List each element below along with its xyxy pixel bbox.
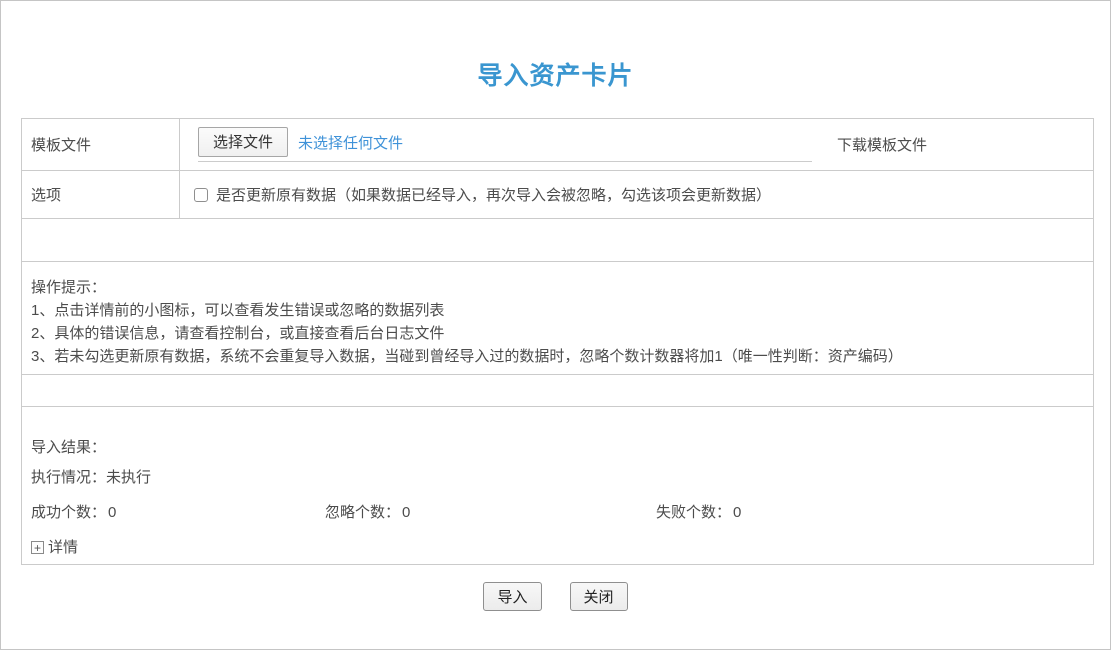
spacer-row xyxy=(22,375,1094,407)
counts-line: 成功个数：0 忽略个数：0 失败个数：0 xyxy=(31,505,1093,520)
detail-toggle[interactable]: + 详情 xyxy=(31,540,101,555)
action-buttons: 导入 关闭 xyxy=(1,582,1110,611)
options-row: 选项 是否更新原有数据（如果数据已经导入，再次导入会被忽略，勾选该项会更新数据） xyxy=(22,171,1094,219)
status-label: 执行情况： xyxy=(31,469,106,486)
update-checkbox-label: 是否更新原有数据（如果数据已经导入，再次导入会被忽略，勾选该项会更新数据） xyxy=(216,184,771,205)
detail-label: 详情 xyxy=(48,540,78,555)
template-file-label: 模板文件 xyxy=(22,119,180,171)
no-file-selected-text: 未选择任何文件 xyxy=(298,132,403,153)
update-option: 是否更新原有数据（如果数据已经导入，再次导入会被忽略，勾选该项会更新数据） xyxy=(198,184,1093,205)
close-button[interactable]: 关闭 xyxy=(570,582,628,611)
success-count-label: 成功个数： xyxy=(31,504,106,521)
expand-plus-icon[interactable]: + xyxy=(31,541,44,554)
import-form-table: 模板文件 选择文件 未选择任何文件 下载模板文件 选项 xyxy=(21,118,1094,565)
tip-item-3: 3、若未勾选更新原有数据，系统不会重复导入数据，当碰到曾经导入过的数据时，忽略个… xyxy=(31,345,1084,368)
success-count-value: 0 xyxy=(108,504,116,521)
failed-count: 失败个数：0 xyxy=(656,505,741,520)
success-count: 成功个数：0 xyxy=(31,505,325,520)
import-button[interactable]: 导入 xyxy=(483,582,541,611)
update-checkbox[interactable] xyxy=(194,188,208,202)
download-template-link[interactable]: 下载模板文件 xyxy=(837,134,927,155)
choose-file-button[interactable]: 选择文件 xyxy=(198,127,288,157)
tip-item-2: 2、具体的错误信息，请查看控制台，或直接查看后台日志文件 xyxy=(31,322,1084,345)
status-value: 未执行 xyxy=(106,469,151,486)
import-dialog: 导入资产卡片 模板文件 选择文件 未选择任何文件 下载模板文件 选项 xyxy=(0,0,1111,650)
options-label: 选项 xyxy=(22,171,180,219)
failed-count-label: 失败个数： xyxy=(656,504,731,521)
spacer-row xyxy=(22,219,1094,262)
failed-count-value: 0 xyxy=(733,504,741,521)
ignored-count-label: 忽略个数： xyxy=(325,504,400,521)
status-line: 执行情况：未执行 xyxy=(31,470,1093,485)
spacer-cell xyxy=(22,375,1094,407)
tips-row: 操作提示： 1、点击详情前的小图标，可以查看发生错误或忽略的数据列表 2、具体的… xyxy=(22,262,1094,375)
result-heading: 导入结果： xyxy=(31,440,1093,455)
spacer-cell xyxy=(22,219,1094,262)
page-title: 导入资产卡片 xyxy=(1,56,1110,92)
file-line: 选择文件 未选择任何文件 下载模板文件 xyxy=(198,127,1093,162)
template-file-row: 模板文件 选择文件 未选择任何文件 下载模板文件 xyxy=(22,119,1094,171)
tips-heading: 操作提示： xyxy=(31,276,1084,299)
tip-item-1: 1、点击详情前的小图标，可以查看发生错误或忽略的数据列表 xyxy=(31,299,1084,322)
ignored-count: 忽略个数：0 xyxy=(325,505,656,520)
result-row: 导入结果： 执行情况：未执行 成功个数：0 忽略个数：0 失败个数：0 xyxy=(22,407,1094,565)
file-input[interactable]: 选择文件 未选择任何文件 xyxy=(198,127,812,162)
ignored-count-value: 0 xyxy=(402,504,410,521)
